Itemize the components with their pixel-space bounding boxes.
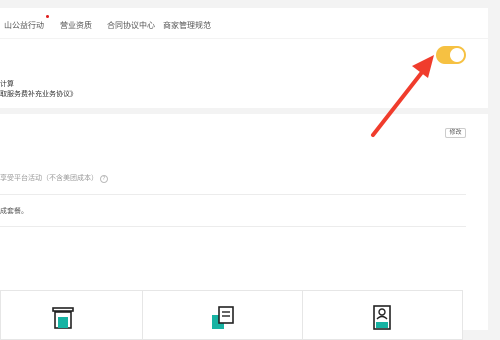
shop-card-icon — [373, 305, 391, 330]
tab-label: 山公益行动 — [4, 21, 44, 30]
tab-label: 营业资质 — [60, 21, 92, 30]
tab-contract-center[interactable]: 合同协议中心 — [107, 20, 155, 31]
platform-activity-card: 享受平台活动（不含美团成本）? 成套餐。 — [0, 114, 488, 240]
service-toggle-switch[interactable] — [436, 46, 466, 64]
top-tab-bar: 山公益行动 营业资质 合同协议中心 商家管理规范 — [0, 8, 488, 38]
tab-label: 合同协议中心 — [107, 21, 155, 30]
platform-activity-text: 享受平台活动（不含美团成本）? — [0, 173, 108, 183]
package-text: 成套餐。 — [0, 207, 28, 215]
divider — [0, 194, 466, 195]
divider — [0, 226, 466, 227]
service-fee-title: 计算 — [0, 80, 14, 88]
help-icon[interactable]: ? — [100, 175, 108, 183]
toggle-knob — [450, 48, 464, 62]
notification-dot — [46, 15, 49, 18]
service-fee-agreement-link[interactable]: 取服务费补充业务协议》 — [0, 89, 77, 99]
tab-label: 商家管理规范 — [163, 21, 211, 30]
tab-merchant-rules[interactable]: 商家管理规范 — [163, 20, 211, 31]
tab-public-welfare[interactable]: 山公益行动 — [4, 15, 49, 31]
document-copy-icon — [212, 306, 234, 329]
tab-business-license[interactable]: 营业资质 — [60, 20, 92, 31]
platform-activity-label: 享受平台活动（不含美团成本） — [0, 174, 98, 182]
service-fee-card: 计算 取服务费补充业务协议》 — [0, 39, 488, 108]
edit-button[interactable]: 修改 — [445, 128, 466, 138]
trash-bin-icon — [52, 307, 74, 329]
